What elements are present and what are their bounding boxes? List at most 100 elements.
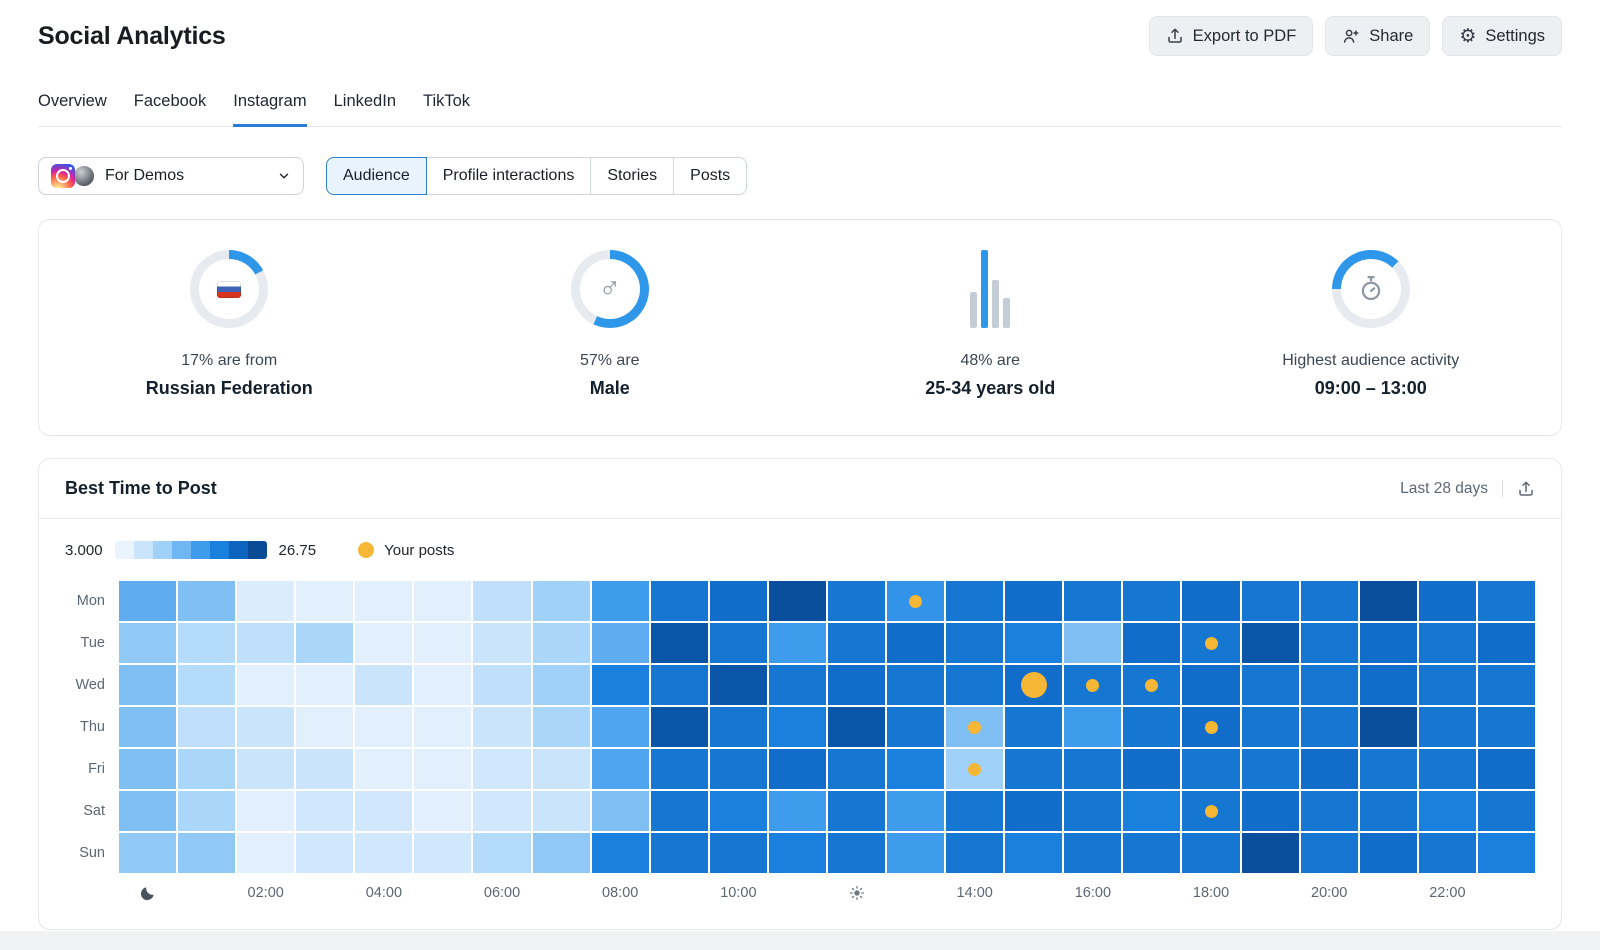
tab-linkedin[interactable]: LinkedIn <box>334 92 396 126</box>
tab-stories[interactable]: Stories <box>590 157 674 195</box>
heatmap-cell[interactable] <box>1123 749 1180 789</box>
post-dot[interactable] <box>1021 672 1047 698</box>
heatmap-cell[interactable] <box>1301 791 1358 831</box>
heatmap-cell[interactable] <box>769 749 826 789</box>
heatmap-cell[interactable] <box>1301 623 1358 663</box>
heatmap-cell[interactable] <box>414 581 471 621</box>
heatmap-cell[interactable] <box>296 791 353 831</box>
heatmap-cell[interactable] <box>1064 665 1121 705</box>
heatmap-cell[interactable] <box>533 665 590 705</box>
heatmap-cell[interactable] <box>769 707 826 747</box>
heatmap-cell[interactable] <box>414 833 471 873</box>
heatmap-cell[interactable] <box>1123 833 1180 873</box>
heatmap-cell[interactable] <box>355 665 412 705</box>
heatmap-cell[interactable] <box>1182 707 1239 747</box>
tab-facebook[interactable]: Facebook <box>134 92 206 126</box>
heatmap-cell[interactable] <box>592 707 649 747</box>
heatmap-cell[interactable] <box>1419 791 1476 831</box>
heatmap-cell[interactable] <box>651 623 708 663</box>
heatmap-cell[interactable] <box>1419 581 1476 621</box>
heatmap-cell[interactable] <box>1478 623 1535 663</box>
heatmap-cell[interactable] <box>1301 665 1358 705</box>
heatmap-cell[interactable] <box>533 833 590 873</box>
heatmap-cell[interactable] <box>1419 665 1476 705</box>
post-dot[interactable] <box>1205 637 1218 650</box>
heatmap-cell[interactable] <box>1242 791 1299 831</box>
heatmap-cell[interactable] <box>1182 749 1239 789</box>
heatmap-cell[interactable] <box>355 749 412 789</box>
heatmap-cell[interactable] <box>1182 791 1239 831</box>
heatmap-cell[interactable] <box>946 581 1003 621</box>
heatmap-cell[interactable] <box>946 833 1003 873</box>
heatmap-cell[interactable] <box>710 623 767 663</box>
post-dot[interactable] <box>968 721 981 734</box>
heatmap-cell[interactable] <box>178 707 235 747</box>
heatmap-cell[interactable] <box>1419 707 1476 747</box>
heatmap-cell[interactable] <box>1064 833 1121 873</box>
heatmap-cell[interactable] <box>946 707 1003 747</box>
heatmap-cell[interactable] <box>414 791 471 831</box>
heatmap-cell[interactable] <box>1005 833 1062 873</box>
heatmap-cell[interactable] <box>1123 665 1180 705</box>
heatmap-cell[interactable] <box>1419 749 1476 789</box>
heatmap-cell[interactable] <box>1242 833 1299 873</box>
heatmap-cell[interactable] <box>1360 833 1417 873</box>
heatmap-cell[interactable] <box>1005 707 1062 747</box>
heatmap-cell[interactable] <box>1064 749 1121 789</box>
heatmap-cell[interactable] <box>1242 665 1299 705</box>
heatmap-cell[interactable] <box>828 581 885 621</box>
heatmap-cell[interactable] <box>1419 623 1476 663</box>
heatmap-cell[interactable] <box>1064 707 1121 747</box>
tab-audience[interactable]: Audience <box>326 157 427 195</box>
heatmap-cell[interactable] <box>946 749 1003 789</box>
heatmap-cell[interactable] <box>119 665 176 705</box>
heatmap-cell[interactable] <box>1005 581 1062 621</box>
heatmap-cell[interactable] <box>1301 833 1358 873</box>
heatmap-cell[interactable] <box>1123 581 1180 621</box>
heatmap-cell[interactable] <box>296 581 353 621</box>
heatmap-cell[interactable] <box>178 749 235 789</box>
heatmap-cell[interactable] <box>237 581 294 621</box>
heatmap-cell[interactable] <box>769 665 826 705</box>
heatmap-cell[interactable] <box>119 581 176 621</box>
heatmap-cell[interactable] <box>533 749 590 789</box>
heatmap-cell[interactable] <box>237 707 294 747</box>
heatmap-cell[interactable] <box>355 791 412 831</box>
heatmap-cell[interactable] <box>887 707 944 747</box>
heatmap-cell[interactable] <box>533 581 590 621</box>
heatmap-cell[interactable] <box>237 623 294 663</box>
heatmap-cell[interactable] <box>1478 749 1535 789</box>
heatmap-cell[interactable] <box>237 749 294 789</box>
heatmap-cell[interactable] <box>296 665 353 705</box>
heatmap-cell[interactable] <box>414 665 471 705</box>
heatmap-cell[interactable] <box>296 749 353 789</box>
heatmap-cell[interactable] <box>414 623 471 663</box>
heatmap-cell[interactable] <box>710 749 767 789</box>
heatmap-cell[interactable] <box>1064 791 1121 831</box>
heatmap-cell[interactable] <box>1360 581 1417 621</box>
heatmap-cell[interactable] <box>355 833 412 873</box>
heatmap-cell[interactable] <box>1360 707 1417 747</box>
heatmap-cell[interactable] <box>355 581 412 621</box>
heatmap-cell[interactable] <box>592 791 649 831</box>
heatmap-cell[interactable] <box>1360 623 1417 663</box>
account-selector[interactable]: For Demos <box>38 157 304 195</box>
heatmap-cell[interactable] <box>1064 581 1121 621</box>
heatmap-cell[interactable] <box>355 707 412 747</box>
heatmap-cell[interactable] <box>1005 665 1062 705</box>
heatmap-cell[interactable] <box>828 833 885 873</box>
heatmap-cell[interactable] <box>828 665 885 705</box>
heatmap-cell[interactable] <box>946 623 1003 663</box>
heatmap-cell[interactable] <box>237 791 294 831</box>
heatmap-cell[interactable] <box>1123 791 1180 831</box>
heatmap-cell[interactable] <box>828 791 885 831</box>
heatmap-cell[interactable] <box>592 581 649 621</box>
heatmap-cell[interactable] <box>710 707 767 747</box>
heatmap-cell[interactable] <box>473 581 530 621</box>
heatmap-cell[interactable] <box>651 581 708 621</box>
heatmap-cell[interactable] <box>533 791 590 831</box>
heatmap-cell[interactable] <box>946 791 1003 831</box>
heatmap-cell[interactable] <box>887 749 944 789</box>
heatmap-cell[interactable] <box>1478 665 1535 705</box>
heatmap-cell[interactable] <box>651 665 708 705</box>
